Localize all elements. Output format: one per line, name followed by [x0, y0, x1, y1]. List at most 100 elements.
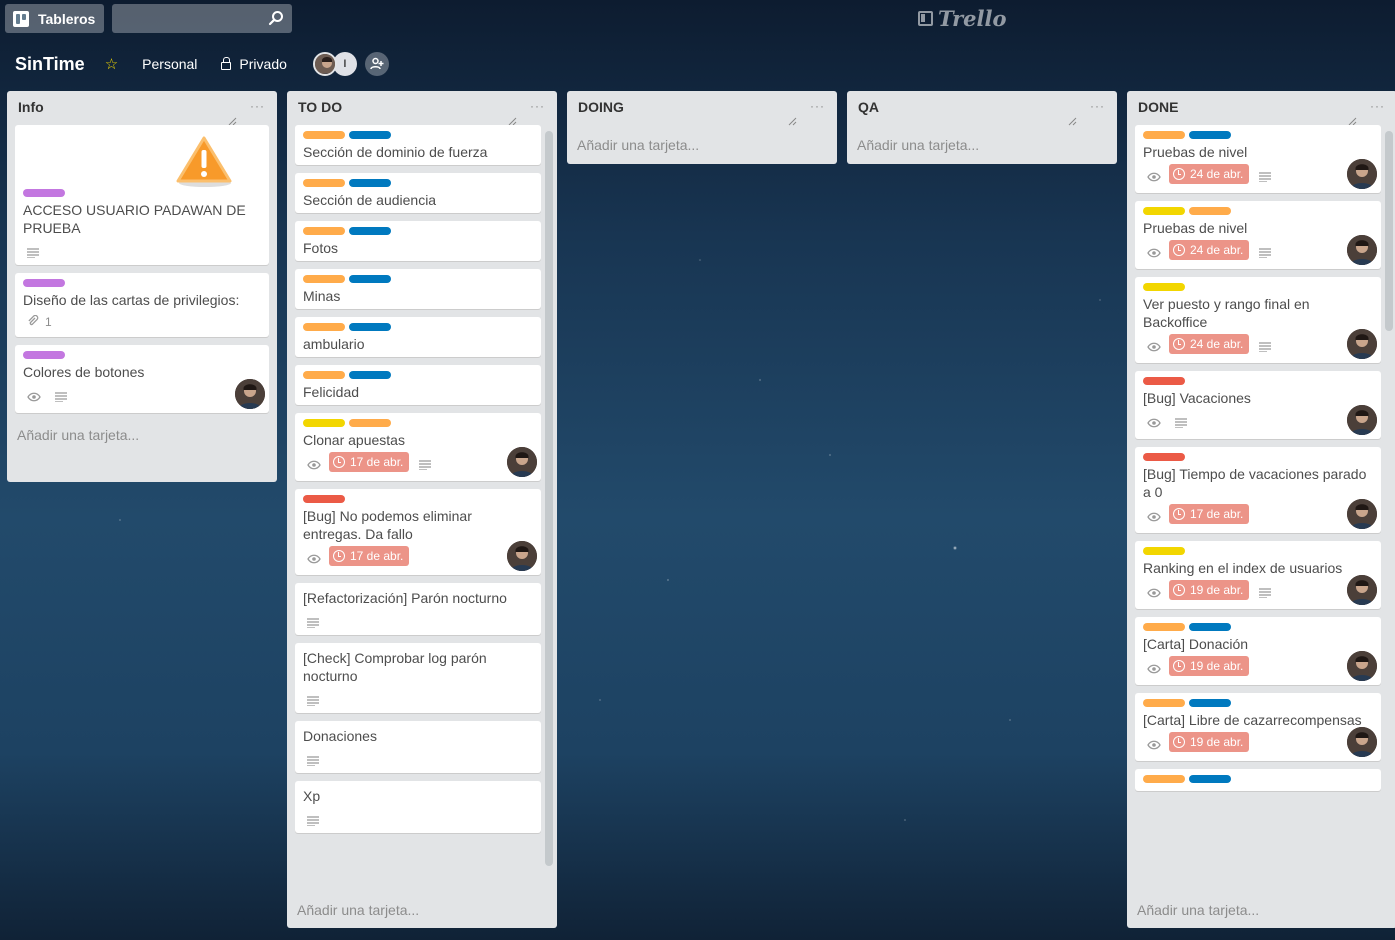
card[interactable]: [Check] Comprobar log parón nocturno [295, 643, 541, 713]
add-member-button[interactable] [364, 52, 389, 76]
due-date-text: 17 de abr. [350, 455, 404, 469]
card[interactable]: ambulario [295, 317, 541, 357]
card[interactable]: [Carta] Libre de cazarrecompensas 19 de a… [1135, 693, 1381, 761]
label-orange[interactable] [1189, 207, 1231, 215]
clock-icon [333, 550, 345, 562]
add-card-button[interactable]: Añadir una tarjeta... [7, 421, 277, 449]
board-title[interactable]: SinTime [15, 54, 85, 75]
list-menu-icon[interactable]: ··· [1370, 99, 1385, 113]
boards-button[interactable]: Tableros [5, 4, 104, 33]
card[interactable]: Pruebas de nivel 24 de abr. [1135, 125, 1381, 193]
label-orange[interactable] [303, 323, 345, 331]
list-title[interactable]: DONE [1138, 99, 1178, 115]
avatar[interactable] [1347, 499, 1377, 529]
add-card-button[interactable]: Añadir una tarjeta... [567, 125, 837, 153]
visibility-button[interactable]: Privado [221, 56, 287, 72]
label-orange[interactable] [303, 275, 345, 283]
label-orange[interactable] [303, 179, 345, 187]
card[interactable]: Colores de botones [15, 345, 269, 413]
card[interactable]: Diseño de las cartas de privilegios: 1 [15, 273, 269, 337]
card[interactable]: Pruebas de nivel 24 de abr. [1135, 201, 1381, 269]
avatar[interactable] [1347, 727, 1377, 757]
list-menu-icon[interactable]: ··· [250, 99, 265, 113]
card-badges: 17 de abr. [303, 545, 533, 567]
card[interactable]: Ranking en el index de usuarios 19 de abr… [1135, 541, 1381, 609]
avatar[interactable] [507, 447, 537, 477]
label-orange[interactable] [1143, 131, 1185, 139]
team-button[interactable]: Personal [142, 56, 197, 72]
label-red[interactable] [303, 495, 345, 503]
card[interactable]: Minas [295, 269, 541, 309]
eye-icon [1147, 339, 1161, 352]
label-orange[interactable] [303, 131, 345, 139]
label-purple[interactable] [23, 279, 65, 287]
card[interactable]: [Bug] No podemos eliminar entregas. Da f… [295, 489, 541, 575]
card[interactable]: Sección de dominio de fuerza [295, 125, 541, 165]
label-blue[interactable] [349, 227, 391, 235]
label-purple[interactable] [23, 189, 65, 197]
avatar[interactable] [1347, 329, 1377, 359]
avatar[interactable] [1347, 575, 1377, 605]
label-orange[interactable] [1143, 623, 1185, 631]
card[interactable]: [Refactorización] Parón nocturno [295, 583, 541, 635]
card[interactable]: ACCESO USUARIO PADAWAN DE PRUEBA [15, 125, 269, 265]
avatar[interactable] [312, 52, 337, 76]
trello-logo[interactable]: Trello [918, 5, 1007, 31]
card[interactable]: Xp [295, 781, 541, 833]
list-title[interactable]: DOING [578, 99, 624, 115]
label-blue[interactable] [349, 275, 391, 283]
search-input[interactable] [112, 4, 292, 33]
avatar[interactable] [1347, 405, 1377, 435]
label-yellow[interactable] [1143, 207, 1185, 215]
label-orange[interactable] [303, 227, 345, 235]
card[interactable]: Sección de audiencia [295, 173, 541, 213]
label-blue[interactable] [349, 179, 391, 187]
label-red[interactable] [1143, 377, 1185, 385]
add-card-button[interactable]: Añadir una tarjeta... [1127, 896, 1269, 924]
label-blue[interactable] [349, 131, 391, 139]
due-date-badge: 19 de abr. [1169, 732, 1250, 752]
add-card-button[interactable]: Añadir una tarjeta... [287, 896, 429, 924]
card[interactable]: Fotos [295, 221, 541, 261]
label-yellow[interactable] [303, 419, 345, 427]
card[interactable]: Ver puesto y rango final en Backoffice 24… [1135, 277, 1381, 363]
add-card-button[interactable]: Añadir una tarjeta... [847, 125, 1117, 153]
label-blue[interactable] [1189, 775, 1231, 783]
label-red[interactable] [1143, 453, 1185, 461]
avatar[interactable] [1347, 159, 1377, 189]
label-blue[interactable] [1189, 699, 1231, 707]
label-orange[interactable] [1143, 775, 1185, 783]
list-title[interactable]: Info [18, 99, 44, 115]
label-blue[interactable] [349, 323, 391, 331]
label-orange[interactable] [349, 419, 391, 427]
search-icon[interactable] [268, 10, 284, 26]
label-blue[interactable] [349, 371, 391, 379]
list-menu-icon[interactable]: ··· [1090, 99, 1105, 113]
card[interactable]: [Bug] Vacaciones [1135, 371, 1381, 439]
card[interactable]: [Bug] Tiempo de vacaciones parado a 0 17 … [1135, 447, 1381, 533]
scrollbar[interactable] [1385, 131, 1393, 331]
avatar[interactable] [1347, 651, 1377, 681]
due-date-text: 24 de abr. [1190, 243, 1244, 257]
scrollbar[interactable] [545, 131, 553, 866]
label-yellow[interactable] [1143, 283, 1185, 291]
label-blue[interactable] [1189, 623, 1231, 631]
label-blue[interactable] [1189, 131, 1231, 139]
list-title[interactable]: QA [858, 99, 879, 115]
card[interactable]: Felicidad [295, 365, 541, 405]
label-yellow[interactable] [1143, 547, 1185, 555]
card[interactable]: [Carta] Donación 19 de abr. [1135, 617, 1381, 685]
avatar[interactable] [235, 379, 265, 409]
card[interactable]: Donaciones [295, 721, 541, 773]
avatar[interactable] [1347, 235, 1377, 265]
card[interactable]: Clonar apuestas 17 de abr. [295, 413, 541, 481]
list-menu-icon[interactable]: ··· [810, 99, 825, 113]
label-orange[interactable] [1143, 699, 1185, 707]
label-orange[interactable] [303, 371, 345, 379]
list-title[interactable]: TO DO [298, 99, 342, 115]
list-menu-icon[interactable]: ··· [530, 99, 545, 113]
star-icon[interactable]: ☆ [105, 55, 118, 73]
card[interactable] [1135, 769, 1381, 791]
label-purple[interactable] [23, 351, 65, 359]
avatar[interactable] [507, 541, 537, 571]
